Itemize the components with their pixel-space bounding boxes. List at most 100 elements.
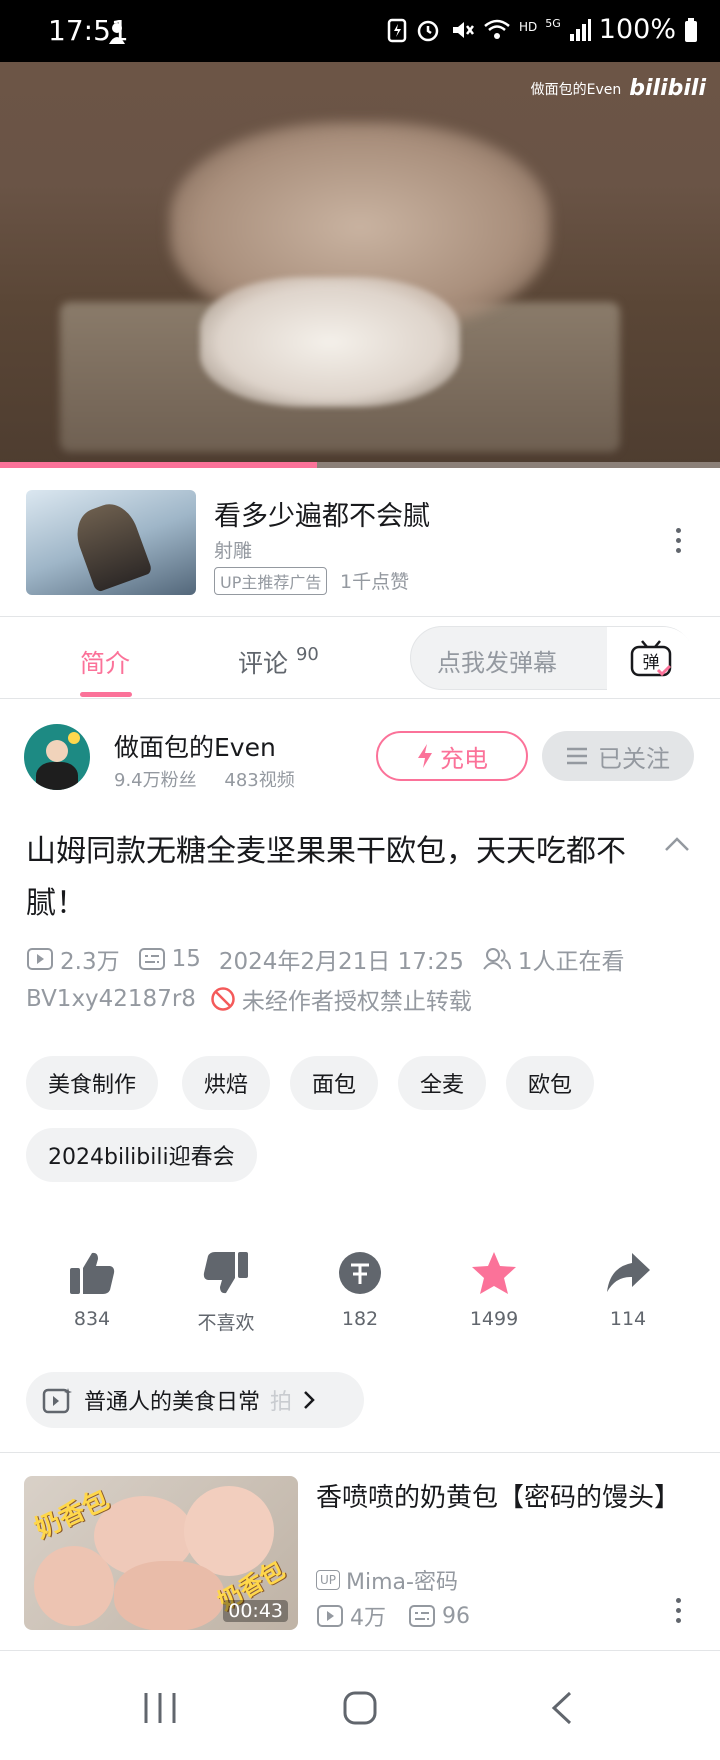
avatar-moon (68, 732, 80, 744)
tag-chip[interactable]: 烘焙 (182, 1056, 271, 1110)
system-nav-bar (0, 1660, 720, 1760)
uploader-avatar[interactable] (24, 724, 90, 790)
ad-thumbnail[interactable] (26, 490, 196, 595)
thumbs-up-icon (70, 1252, 115, 1294)
tab-intro[interactable]: 简介 (80, 644, 130, 680)
tab-comments[interactable]: 评论 90 (238, 644, 319, 680)
recommended-title[interactable]: 香喷喷的奶黄包【密码的馒头】 (316, 1478, 680, 1518)
tag-chip[interactable]: 面包 (290, 1056, 379, 1110)
recommended-plays: 4万 (350, 1606, 386, 1631)
publish-date: 2024年2月21日 17:25 (218, 949, 464, 975)
share-button[interactable]: 114 (578, 1250, 678, 1330)
video-progress-bar[interactable] (0, 462, 720, 468)
battery-saver-icon (387, 18, 407, 42)
charge-button[interactable]: 充电 (376, 731, 528, 781)
danmaku-count-icon (138, 948, 165, 970)
favorite-count: 1499 (469, 1308, 519, 1330)
chevron-right-icon (304, 1391, 315, 1409)
thumb-shape (114, 1561, 224, 1630)
watermark-name: 做面包的Even (530, 81, 622, 98)
network-label: 5G (545, 17, 561, 30)
lightning-icon (418, 744, 432, 768)
back-icon[interactable] (550, 1690, 574, 1726)
divider (0, 1452, 720, 1453)
playlist-label: 普通人的美食日常 (84, 1390, 261, 1415)
forbidden-icon (211, 987, 235, 1011)
status-bar: 17:51 HD 5G 100% (0, 0, 720, 62)
video-meta: 2.3万 15 2024年2月21日 17:25 1人正在看 (26, 942, 643, 976)
tab-comments-count: 90 (295, 644, 319, 665)
divider (0, 698, 720, 699)
recommended-thumbnail[interactable]: 奶香包 奶香包 00:43 (24, 1476, 298, 1630)
menu-lines-icon (567, 747, 587, 765)
hd-label: HD (519, 19, 538, 34)
repost-notice-text: 未经作者授权禁止转载 (241, 989, 472, 1015)
viewers-icon (483, 948, 511, 970)
tag-chip[interactable]: 欧包 (506, 1056, 595, 1110)
tag-chip[interactable]: 美食制作 (26, 1056, 159, 1110)
playlist-pill[interactable]: 普通人的美食日常 拍 (26, 1372, 364, 1428)
battery-icon (685, 17, 697, 42)
play-count: 2.3万 (60, 949, 120, 975)
danmaku-count: 15 (171, 946, 201, 972)
play-count-icon (27, 948, 53, 970)
status-right: HD 5G 100% (387, 14, 698, 45)
danmaku-placeholder[interactable]: 点我发弹幕 (437, 643, 557, 678)
recent-apps-icon[interactable] (142, 1690, 178, 1726)
ad-thumbnail-figure (69, 497, 153, 593)
follow-label: 已关注 (598, 744, 670, 773)
divider (0, 616, 720, 617)
home-icon[interactable] (342, 1690, 378, 1726)
recommended-more-icon[interactable] (668, 1598, 688, 1623)
wifi-icon (484, 19, 510, 39)
playlist-label-overflow: 拍 (270, 1390, 293, 1415)
danmaku-toggle-button[interactable]: 弹 (607, 627, 695, 691)
uploader-fans: 9.4万粉丝 (114, 770, 197, 791)
ad-title[interactable]: 看多少遍都不会腻 (214, 494, 430, 533)
star-icon (472, 1252, 516, 1294)
recommended-stats: 4万 96 (316, 1600, 470, 1632)
like-button[interactable]: 834 (42, 1250, 142, 1330)
uploader-videos: 483视频 (224, 770, 295, 791)
avatar-head (46, 740, 68, 762)
video-player[interactable]: 做面包的Even bilibili (0, 62, 720, 468)
chevron-up-icon[interactable] (664, 836, 690, 852)
video-frame-dough (200, 277, 460, 407)
danmaku-input[interactable]: 点我发弹幕 弹 (410, 626, 695, 691)
thumbs-down-icon (203, 1252, 248, 1294)
favorite-button[interactable]: 1499 (444, 1250, 544, 1330)
follow-button[interactable]: 已关注 (542, 731, 694, 781)
ad-more-icon[interactable] (668, 528, 688, 553)
play-count-icon (317, 1605, 343, 1627)
battery-percent: 100% (598, 14, 676, 45)
uploader-stats: 9.4万粉丝 483视频 (114, 766, 317, 792)
danmaku-tv-icon: 弹 (630, 640, 672, 677)
tag-chip[interactable]: 2024bilibili迎春会 (26, 1128, 257, 1182)
up-tag-icon: UP (316, 1570, 341, 1590)
bvid[interactable]: BV1xy42187r8 (26, 986, 196, 1012)
watching-count: 1人正在看 (517, 949, 625, 975)
bilibili-logo: bilibili (629, 76, 706, 101)
mute-icon (453, 21, 474, 38)
ad-likes: 1千点赞 (340, 571, 410, 593)
share-count: 114 (609, 1308, 647, 1330)
coin-count: 182 (341, 1308, 379, 1330)
uploader-name[interactable]: 做面包的Even (114, 728, 276, 764)
avatar-body (36, 762, 78, 790)
video-duration: 00:43 (223, 1600, 288, 1622)
alarm-icon (417, 20, 439, 41)
coin-button[interactable]: 182 (310, 1250, 410, 1330)
svg-text:弹: 弹 (643, 653, 660, 673)
playlist-icon (42, 1388, 72, 1414)
coin-icon (339, 1252, 381, 1294)
tab-comments-label: 评论 (238, 649, 289, 678)
bvid-row: BV1xy42187r8 未经作者授权禁止转载 (26, 982, 472, 1016)
video-watermark: 做面包的Even bilibili (531, 76, 706, 101)
recommended-uploader[interactable]: UP Mima-密码 (316, 1564, 458, 1596)
ad-badge: UP主推荐广告 (214, 567, 328, 595)
charge-label: 充电 (440, 744, 488, 773)
signal-icon (569, 18, 591, 41)
tag-chip[interactable]: 全麦 (398, 1056, 487, 1110)
dislike-button[interactable]: 不喜欢 (176, 1250, 276, 1335)
divider (0, 1650, 720, 1651)
